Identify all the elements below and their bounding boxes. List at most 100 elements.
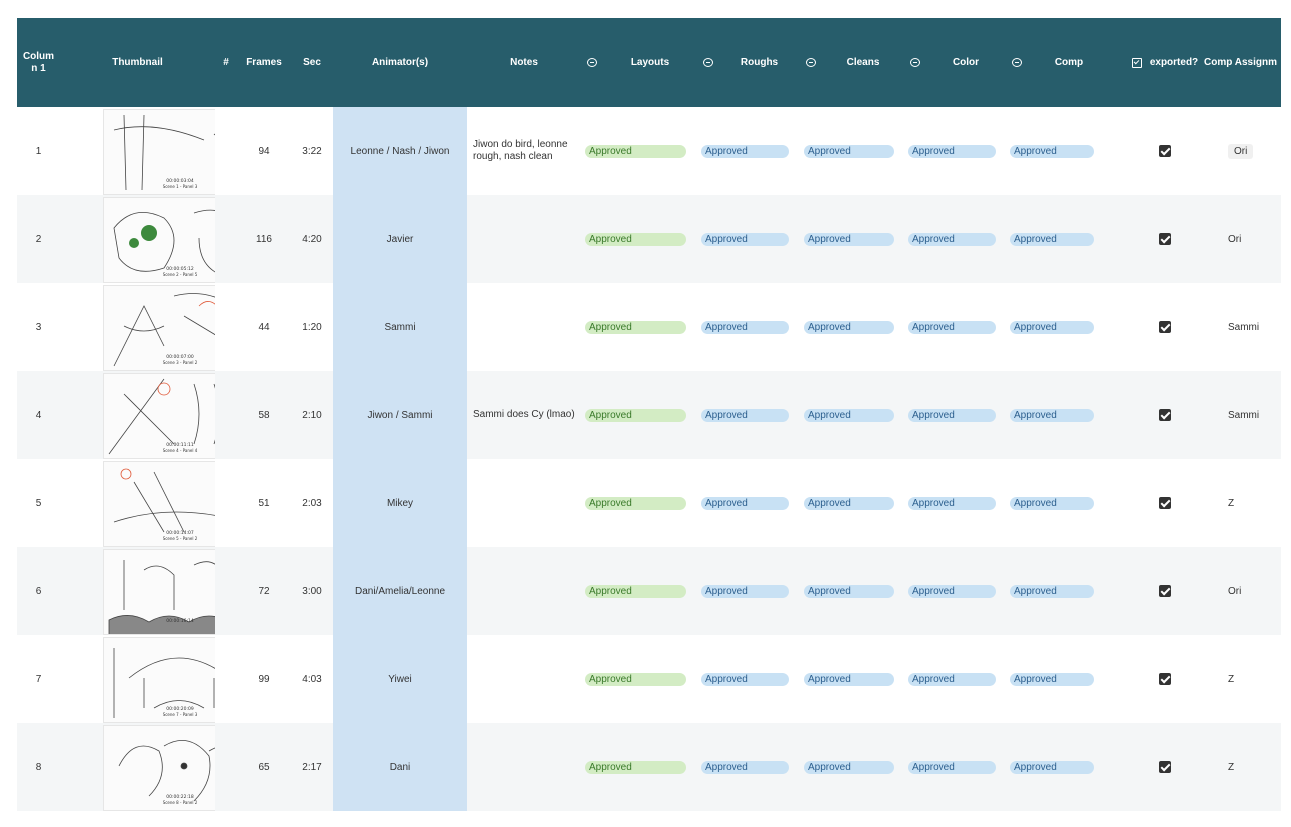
header-exported-icon-cell[interactable]: [1110, 18, 1148, 107]
thumbnail-cell[interactable]: 00:00:20:09 Scene 7 - Panel 3: [60, 635, 215, 723]
comp-assignment-cell[interactable]: Ori: [1200, 195, 1281, 283]
row-number[interactable]: 6: [17, 547, 60, 635]
sec-cell[interactable]: 4:03: [291, 635, 333, 723]
header-color[interactable]: Color: [904, 18, 1006, 107]
frames-cell[interactable]: 44: [237, 283, 291, 371]
layouts-cell[interactable]: Approved: [581, 635, 697, 723]
sec-cell[interactable]: 4:20: [291, 195, 333, 283]
comp-assignment-cell[interactable]: Z: [1200, 459, 1281, 547]
layouts-cell[interactable]: Approved: [581, 459, 697, 547]
roughs-cell[interactable]: Approved: [697, 547, 800, 635]
animators-cell[interactable]: Yiwei: [333, 635, 467, 723]
thumbnail-cell[interactable]: 00:00:05:12 Scene 2 - Panel 5: [60, 195, 215, 283]
row-number[interactable]: 7: [17, 635, 60, 723]
cleans-cell[interactable]: Approved: [800, 635, 904, 723]
color-cell[interactable]: Approved: [904, 195, 1006, 283]
hash-cell[interactable]: [215, 283, 237, 371]
comp-cell[interactable]: Approved: [1006, 371, 1110, 459]
comp-cell[interactable]: Approved: [1006, 547, 1110, 635]
roughs-cell[interactable]: Approved: [697, 107, 800, 195]
frames-cell[interactable]: 99: [237, 635, 291, 723]
exported-checkbox[interactable]: [1159, 409, 1171, 421]
roughs-cell[interactable]: Approved: [697, 723, 800, 811]
animators-cell[interactable]: Dani/Amelia/Leonne: [333, 547, 467, 635]
notes-cell[interactable]: [467, 283, 581, 371]
header-thumbnail[interactable]: Thumbnail: [60, 18, 215, 107]
table-row[interactable]: 4 00:00:11:11 Scene 4 - Panel 4 58 2:10 Jiwon…: [17, 371, 1281, 459]
exported-cell[interactable]: [1148, 547, 1200, 635]
layouts-cell[interactable]: Approved: [581, 547, 697, 635]
row-number[interactable]: 4: [17, 371, 60, 459]
comp-assignment-cell[interactable]: Z: [1200, 635, 1281, 723]
sec-cell[interactable]: 3:00: [291, 547, 333, 635]
exported-checkbox[interactable]: [1159, 585, 1171, 597]
row-number[interactable]: 2: [17, 195, 60, 283]
comp-assignment-cell[interactable]: Sammi: [1200, 371, 1281, 459]
notes-cell[interactable]: Jiwon do bird, leonne rough, nash clean: [467, 107, 581, 195]
thumbnail-cell[interactable]: 00:00:14:07 Scene 5 - Panel 2: [60, 459, 215, 547]
animators-cell[interactable]: Jiwon / Sammi: [333, 371, 467, 459]
color-cell[interactable]: Approved: [904, 723, 1006, 811]
header-layouts[interactable]: Layouts: [581, 18, 697, 107]
exported-cell[interactable]: [1148, 723, 1200, 811]
hash-cell[interactable]: [215, 107, 237, 195]
roughs-cell[interactable]: Approved: [697, 195, 800, 283]
hash-cell[interactable]: [215, 547, 237, 635]
frames-cell[interactable]: 72: [237, 547, 291, 635]
comp-cell[interactable]: Approved: [1006, 283, 1110, 371]
notes-cell[interactable]: [467, 547, 581, 635]
notes-cell[interactable]: [467, 195, 581, 283]
table-row[interactable]: 6 00:00:16:14 72 3:00 Dani/Amelia/Leonne Appr…: [17, 547, 1281, 635]
thumbnail-cell[interactable]: 00:00:07:00 Scene 3 - Panel 2: [60, 283, 215, 371]
notes-cell[interactable]: Sammi does Cy (lmao): [467, 371, 581, 459]
roughs-cell[interactable]: Approved: [697, 371, 800, 459]
exported-cell[interactable]: [1148, 371, 1200, 459]
hash-cell[interactable]: [215, 459, 237, 547]
sec-cell[interactable]: 3:22: [291, 107, 333, 195]
sec-cell[interactable]: 1:20: [291, 283, 333, 371]
hash-cell[interactable]: [215, 635, 237, 723]
color-cell[interactable]: Approved: [904, 371, 1006, 459]
comp-assignment-cell[interactable]: Ori: [1200, 107, 1281, 195]
roughs-cell[interactable]: Approved: [697, 283, 800, 371]
header-comp[interactable]: Comp: [1006, 18, 1110, 107]
header-column-1[interactable]: Colum n 1: [17, 18, 60, 107]
color-cell[interactable]: Approved: [904, 547, 1006, 635]
animators-cell[interactable]: Sammi: [333, 283, 467, 371]
color-cell[interactable]: Approved: [904, 283, 1006, 371]
thumbnail-cell[interactable]: 00:00:11:11 Scene 4 - Panel 4: [60, 371, 215, 459]
row-number[interactable]: 5: [17, 459, 60, 547]
hash-cell[interactable]: [215, 723, 237, 811]
comp-cell[interactable]: Approved: [1006, 635, 1110, 723]
sec-cell[interactable]: 2:10: [291, 371, 333, 459]
table-row[interactable]: 8 00:00:22:18 Scene 8 - Panel 2 65 2:17 Dani A…: [17, 723, 1281, 811]
comp-cell[interactable]: Approved: [1006, 107, 1110, 195]
exported-cell[interactable]: [1148, 635, 1200, 723]
layouts-cell[interactable]: Approved: [581, 723, 697, 811]
cleans-cell[interactable]: Approved: [800, 371, 904, 459]
animators-cell[interactable]: Dani: [333, 723, 467, 811]
animators-cell[interactable]: Javier: [333, 195, 467, 283]
roughs-cell[interactable]: Approved: [697, 635, 800, 723]
exported-checkbox[interactable]: [1159, 321, 1171, 333]
row-number[interactable]: 1: [17, 107, 60, 195]
layouts-cell[interactable]: Approved: [581, 195, 697, 283]
color-cell[interactable]: Approved: [904, 459, 1006, 547]
frames-cell[interactable]: 116: [237, 195, 291, 283]
cleans-cell[interactable]: Approved: [800, 547, 904, 635]
exported-checkbox[interactable]: [1159, 233, 1171, 245]
header-frames[interactable]: Frames: [237, 18, 291, 107]
frames-cell[interactable]: 58: [237, 371, 291, 459]
table-row[interactable]: 5 00:00:14:07 Scene 5 - Panel 2 51 2:03 Mikey…: [17, 459, 1281, 547]
table-row[interactable]: 3 00:00:07:00 Scene 3 - Panel 2 44 1:20 Sammi…: [17, 283, 1281, 371]
row-number[interactable]: 3: [17, 283, 60, 371]
frames-cell[interactable]: 51: [237, 459, 291, 547]
exported-cell[interactable]: [1148, 459, 1200, 547]
roughs-cell[interactable]: Approved: [697, 459, 800, 547]
thumbnail-cell[interactable]: 00:00:16:14: [60, 547, 215, 635]
exported-cell[interactable]: [1148, 107, 1200, 195]
table-row[interactable]: 2 00:00:05:12 Scene 2 - Panel 5 116 4:20 Javi…: [17, 195, 1281, 283]
thumbnail-cell[interactable]: 00:00:22:18 Scene 8 - Panel 2: [60, 723, 215, 811]
hash-cell[interactable]: [215, 371, 237, 459]
color-cell[interactable]: Approved: [904, 635, 1006, 723]
